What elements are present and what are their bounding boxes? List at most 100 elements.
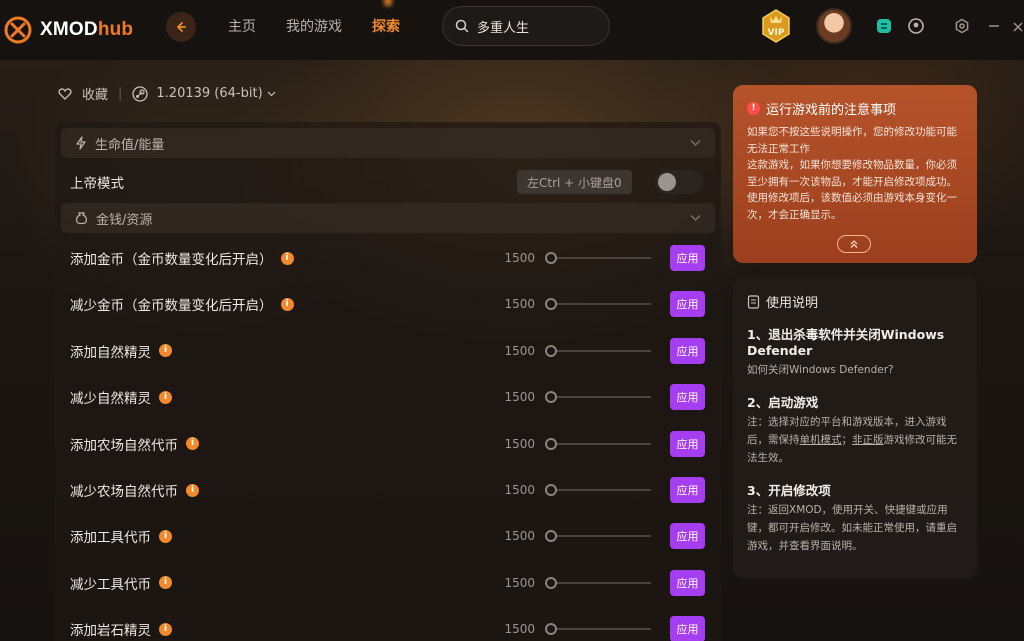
warning-text-1: 如果您不按这些说明操作，您的修改功能可能无法正常工作 <box>747 126 957 155</box>
apply-button[interactable]: 应用 <box>670 337 705 364</box>
value-slider[interactable] <box>545 390 653 404</box>
value-slider[interactable] <box>545 576 653 590</box>
cheat-value: 1500 <box>504 297 535 312</box>
cheat-label: 减少工具代币 i <box>70 573 172 593</box>
cheat-label: 减少金币（金币数量变化后开启） i <box>70 294 294 314</box>
step3-title: 3、开启修改项 <box>747 483 831 498</box>
chevron-down-icon[interactable] <box>690 137 701 148</box>
step2-text: 注：选择对应的平台和游戏版本，进入游戏后，需保持单机模式；非正版游戏修改可能无法… <box>747 413 963 467</box>
slider-thumb[interactable] <box>545 298 557 311</box>
apply-button[interactable]: 应用 <box>670 569 705 596</box>
warning-text-2: 这款游戏，如果你想要修改物品数量，你必须至少拥有一次该物品，才能开启修改项成功。… <box>747 159 957 221</box>
cheat-value: 1500 <box>504 390 535 405</box>
info-icon[interactable]: i <box>280 251 294 265</box>
cheat-value: 1500 <box>504 622 535 637</box>
nav-home[interactable]: 主页 <box>228 16 256 36</box>
user-circle-icon[interactable] <box>906 16 926 36</box>
slider-thumb[interactable] <box>545 623 557 636</box>
search-box[interactable] <box>442 6 610 46</box>
minimize-icon[interactable] <box>984 16 1004 36</box>
cheat-row: 添加金币（金币数量变化后开启） i 1500 应用 <box>55 235 721 281</box>
cheat-label: 添加金币（金币数量变化后开启） i <box>70 248 294 268</box>
single-player-link[interactable]: 单机模式 <box>800 434 842 446</box>
step1-link[interactable]: 如何关闭Windows Defender? <box>747 361 963 379</box>
settings-icon[interactable] <box>952 16 972 36</box>
value-slider[interactable] <box>545 297 653 311</box>
svg-text:VIP: VIP <box>768 28 785 38</box>
money-bag-icon <box>76 212 87 225</box>
cheat-label-text: 减少金币（金币数量变化后开启） <box>70 298 273 315</box>
heart-icon[interactable] <box>58 87 72 101</box>
info-icon[interactable]: i <box>159 576 172 590</box>
slider-thumb[interactable] <box>545 530 557 543</box>
back-button[interactable] <box>166 12 196 42</box>
slider-track <box>551 581 651 584</box>
section-health-title: 生命值/能量 <box>95 137 165 153</box>
slider-thumb[interactable] <box>545 576 557 589</box>
value-slider[interactable] <box>545 622 653 636</box>
info-icon[interactable]: i <box>159 529 172 543</box>
apply-button[interactable]: 应用 <box>670 430 705 457</box>
cheat-row: 添加工具代币 i 1500 应用 <box>55 513 721 559</box>
slider-thumb[interactable] <box>545 391 557 404</box>
apply-button[interactable]: 应用 <box>670 477 705 503</box>
app-logo[interactable]: XMODhub <box>4 16 133 44</box>
slider-thumb[interactable] <box>545 344 557 357</box>
vip-badge-icon[interactable]: VIP <box>758 8 794 44</box>
cheat-label: 添加农场自然代币 i <box>70 434 199 454</box>
chevron-down-icon[interactable] <box>267 89 276 98</box>
info-icon[interactable]: i <box>280 297 294 311</box>
cheat-row: 添加农场自然代币 i 1500 应用 <box>55 421 721 467</box>
teal-app-icon[interactable] <box>874 16 894 36</box>
search-input[interactable] <box>477 18 597 34</box>
non-genuine-link[interactable]: 非正版 <box>852 434 884 446</box>
chevron-down-icon[interactable] <box>690 212 701 223</box>
slider-thumb[interactable] <box>545 252 557 264</box>
value-slider[interactable] <box>545 483 653 497</box>
version-select[interactable]: 1.20139 (64-bit) <box>156 86 262 101</box>
value-slider[interactable] <box>545 437 653 451</box>
info-icon[interactable]: i <box>186 437 199 451</box>
slider-thumb[interactable] <box>545 437 557 450</box>
toggle-knob <box>658 173 676 191</box>
slider-thumb[interactable] <box>545 484 557 496</box>
cheat-label-text: 减少工具代币 <box>70 576 151 593</box>
apply-button[interactable]: 应用 <box>670 291 705 318</box>
close-icon[interactable] <box>1010 16 1024 36</box>
info-icon[interactable]: i <box>159 390 172 404</box>
cheat-label-text: 添加自然精灵 <box>70 344 151 361</box>
lightning-icon <box>76 136 86 150</box>
info-icon[interactable]: i <box>186 483 199 497</box>
cheat-value: 1500 <box>504 343 535 358</box>
cheat-label-text: 减少农场自然代币 <box>70 484 178 500</box>
apply-button[interactable]: 应用 <box>670 616 705 641</box>
apply-button[interactable]: 应用 <box>670 523 705 550</box>
value-slider[interactable] <box>545 251 653 265</box>
info-icon[interactable]: i <box>159 344 172 358</box>
section-health[interactable]: 生命值/能量 <box>61 128 715 158</box>
favorite-label[interactable]: 收藏 <box>82 84 108 103</box>
user-avatar[interactable] <box>816 8 852 44</box>
cheat-value: 1500 <box>504 529 535 544</box>
cheat-row: 减少自然精灵 i 1500 应用 <box>55 374 721 420</box>
cheat-value: 1500 <box>504 436 535 451</box>
nav-explore[interactable]: 探索 <box>372 16 400 36</box>
apply-button[interactable]: 应用 <box>670 384 705 411</box>
guide-title-row: 使用说明 <box>747 292 963 311</box>
cheat-label: 添加工具代币 i <box>70 526 172 546</box>
apply-button[interactable]: 应用 <box>670 245 705 271</box>
collapse-button[interactable] <box>837 235 871 253</box>
section-money[interactable]: 金钱/资源 <box>61 203 715 233</box>
cheat-value: 1500 <box>504 483 535 497</box>
god-mode-hotkey[interactable]: 左Ctrl + 小键盘0 <box>517 170 632 194</box>
nav-my-games[interactable]: 我的游戏 <box>286 16 342 36</box>
god-mode-toggle[interactable] <box>655 170 703 194</box>
document-icon <box>747 294 760 309</box>
cheat-row: 减少工具代币 i 1500 应用 <box>55 560 721 606</box>
value-slider[interactable] <box>545 529 653 543</box>
slider-track <box>551 489 651 491</box>
god-mode-row: 上帝模式 左Ctrl + 小键盘0 <box>55 159 721 205</box>
info-icon[interactable]: i <box>159 622 172 636</box>
value-slider[interactable] <box>545 344 653 358</box>
cheat-value: 1500 <box>504 575 535 590</box>
